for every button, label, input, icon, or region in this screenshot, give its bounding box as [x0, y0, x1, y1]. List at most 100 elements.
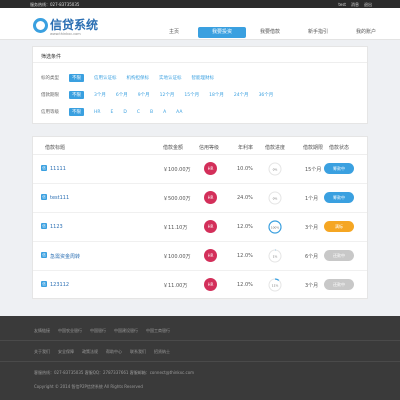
loan-amount: ￥500.00万: [163, 196, 191, 202]
nav-item[interactable]: 我要借款: [246, 27, 294, 38]
filter-option[interactable]: 15个月: [184, 92, 199, 98]
filter-option[interactable]: 9个月: [138, 92, 150, 98]
nav-item[interactable]: 我的账户: [342, 27, 390, 38]
loan-term: 6个月: [305, 254, 319, 260]
filter-option[interactable]: 不限: [69, 108, 84, 116]
loan-status-button[interactable]: 筹款中: [324, 163, 354, 174]
message-link[interactable]: 消息: [351, 2, 359, 8]
loan-term: 3个月: [305, 283, 319, 289]
nav-item[interactable]: 我要投资: [198, 27, 246, 38]
filter-option[interactable]: HR: [94, 110, 101, 115]
username-link[interactable]: test: [338, 2, 346, 8]
divider: [0, 361, 400, 362]
service-hotline: 服务热线：027-83735035: [30, 1, 80, 7]
credit-type-icon: 信: [41, 281, 47, 287]
filter-label: 标的类型: [41, 76, 59, 81]
divider: [0, 340, 400, 341]
filter-option[interactable]: D: [123, 110, 126, 115]
column-header: 借款期限: [303, 145, 324, 151]
filter-row: 标的类型 不限 信用认证标 机构担保标 实地认证标 智能理财标: [41, 74, 224, 82]
footer-link[interactable]: 联系我们: [130, 349, 146, 355]
filter-option[interactable]: 36个月: [259, 92, 274, 98]
column-header: 借款金额: [163, 145, 184, 151]
filter-option[interactable]: E: [111, 110, 114, 115]
table-row[interactable]: 信 1123 ￥11.10万 HR 12.0% 100% 3个月 满标: [33, 213, 367, 242]
loan-status-button[interactable]: 还款中: [324, 250, 354, 261]
filter-option[interactable]: 不限: [69, 91, 84, 99]
filter-option[interactable]: C: [137, 110, 140, 115]
friend-links: 友情链接 中国农业银行 中国银行 中国建设银行 中国工商银行: [34, 328, 170, 334]
footer-link[interactable]: 帮助中心: [106, 349, 122, 355]
column-header: 借款进度: [265, 145, 286, 151]
progress-label: 0%: [273, 167, 278, 171]
loan-status-button[interactable]: 满标: [324, 221, 354, 232]
loan-title-link[interactable]: 急需资金周转: [50, 253, 80, 260]
footer-link[interactable]: 关于我们: [34, 349, 50, 355]
filter-option[interactable]: B: [150, 110, 153, 115]
loan-term: 1个月: [305, 196, 319, 202]
logout-link[interactable]: 退出: [364, 2, 372, 8]
credit-level-badge: HR: [204, 220, 217, 233]
site-footer: 友情链接 中国农业银行 中国银行 中国建设银行 中国工商银行 关于我们 安全保障 政策法规 帮…: [0, 316, 400, 400]
footer-link[interactable]: 中国建设银行: [114, 328, 138, 334]
table-row[interactable]: 信急需资金周转 ￥100.00万 HR 12.0% 1% 6个月 还款中: [33, 242, 367, 271]
logo-text[interactable]: 信贷系统: [50, 16, 98, 33]
footer-link[interactable]: 友情链接: [34, 328, 50, 334]
filter-option[interactable]: A: [163, 110, 166, 115]
footer-link[interactable]: 中国银行: [90, 328, 106, 334]
logo-subtitle: www.thinkxc.com: [50, 32, 81, 36]
table-row[interactable]: 信 11111 ￥100.00万 HR 10.0% 0% 15个月 筹款中: [33, 155, 367, 184]
table-row[interactable]: 信 test111 ￥500.00万 HR 24.0% 0% 1个月 筹款中: [33, 184, 367, 213]
filter-option[interactable]: AA: [176, 110, 182, 115]
credit-level-badge: HR: [204, 191, 217, 204]
loan-status-button[interactable]: 筹款中: [324, 192, 354, 203]
nav-item[interactable]: 主页: [150, 27, 198, 38]
loan-amount: ￥100.00万: [163, 254, 191, 260]
footer-link[interactable]: 政策法规: [82, 349, 98, 355]
footer-link[interactable]: 中国工商银行: [146, 328, 170, 334]
filter-label: 借款期限: [41, 93, 59, 98]
progress-ring: 0%: [268, 191, 282, 205]
filter-option[interactable]: 18个月: [209, 92, 224, 98]
annual-rate: 24.0%: [237, 195, 253, 201]
credit-type-icon: 信: [41, 165, 47, 171]
filter-row: 借款期限 不限 3个月 6个月 9个月 12个月 15个月 18个月 24个月 36个月: [41, 91, 283, 99]
filter-title: 筛选条件: [41, 54, 62, 60]
filter-option[interactable]: 24个月: [234, 92, 249, 98]
loan-term: 15个月: [305, 167, 322, 173]
loan-title-link[interactable]: 123112: [50, 282, 69, 288]
filter-option[interactable]: 信用认证标: [94, 75, 117, 81]
filter-option[interactable]: 机构担保标: [127, 75, 150, 81]
footer-link[interactable]: 中国农业银行: [58, 328, 82, 334]
filter-label: 信用等级: [41, 110, 59, 115]
filter-option[interactable]: 3个月: [94, 92, 106, 98]
loan-title-link[interactable]: 11111: [50, 166, 66, 172]
progress-label: 0%: [273, 196, 278, 200]
loan-amount: ￥11.00万: [163, 283, 188, 289]
annual-rate: 12.0%: [237, 224, 253, 230]
logo-icon[interactable]: [33, 18, 48, 33]
filter-option[interactable]: 智能理财标: [192, 75, 215, 81]
loan-term: 3个月: [305, 225, 319, 231]
annual-rate: 12.0%: [237, 253, 253, 259]
progress-label: 100%: [271, 225, 280, 229]
footer-link[interactable]: 招贤纳士: [154, 349, 170, 355]
loan-title-link[interactable]: 1123: [50, 224, 63, 230]
loan-status-button[interactable]: 还款中: [324, 279, 354, 290]
loan-title-link[interactable]: test111: [50, 195, 69, 201]
copyright: Copyright © 2014 智信P2P信贷系统 All Rights Re…: [34, 384, 143, 389]
credit-type-icon: 信: [41, 252, 47, 258]
filter-option[interactable]: 不限: [69, 74, 84, 82]
filter-option[interactable]: 实地认证标: [159, 75, 182, 81]
column-header: 借款状态: [329, 145, 350, 151]
filter-option[interactable]: 6个月: [116, 92, 128, 98]
loan-list: 借款标题 借款金额 信用等级 年利率 借款进度 借款期限 借款状态 信 11111 ￥100.0…: [32, 136, 368, 300]
footer-link[interactable]: 安全保障: [58, 349, 74, 355]
filter-panel: 筛选条件 标的类型 不限 信用认证标 机构担保标 实地认证标 智能理财标 借款期限 不限 3个月…: [32, 46, 368, 124]
nav-item[interactable]: 新手指引: [294, 27, 342, 38]
table-header: 借款标题 借款金额 信用等级 年利率 借款进度 借款期限 借款状态: [33, 137, 367, 155]
filter-option[interactable]: 12个月: [160, 92, 175, 98]
table-row[interactable]: 信 123112 ￥11.00万 HR 12.0% 11% 3个月 还款中: [33, 271, 367, 300]
site-header: 信贷系统 www.thinkxc.com 主页 我要投资 我要借款 新手指引 我的账户: [0, 8, 400, 40]
divider: [33, 62, 367, 63]
